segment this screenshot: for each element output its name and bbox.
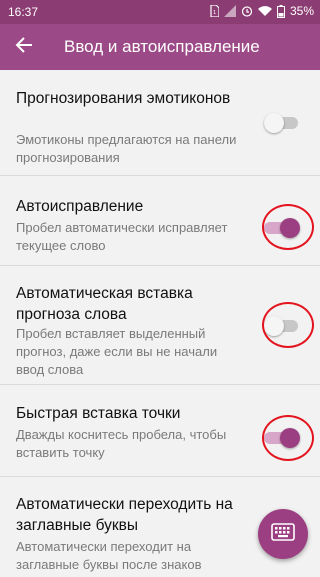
autocorrect-toggle[interactable] (264, 218, 300, 238)
setting-subtitle: Пробел автоматически исправляет текущее … (16, 220, 228, 253)
keyboard-icon (271, 522, 295, 546)
battery-icon (276, 4, 285, 18)
page-title: Ввод и автоисправление (64, 37, 260, 56)
setting-title: Автоисправление (16, 198, 144, 215)
setting-title: Прогнозирования эмотиконов (16, 90, 231, 107)
alarm-icon (241, 5, 253, 17)
status-icons: 1 35% (210, 4, 314, 18)
signal-icon (223, 5, 236, 17)
setting-quick-period[interactable]: Быстрая вставка точки Дважды коснитесь п… (0, 385, 320, 477)
emoji-prediction-toggle[interactable] (264, 113, 298, 133)
status-time: 16:37 (8, 5, 39, 19)
status-bar: 16:37 1 35% (0, 0, 320, 24)
keyboard-button[interactable] (258, 509, 308, 559)
auto-insert-prediction-toggle[interactable] (264, 316, 298, 336)
back-button[interactable] (8, 31, 40, 63)
settings-list: Прогнозирования эмотиконов Эмотиконы пре… (0, 70, 320, 577)
sim-icon: 1 (210, 5, 219, 17)
setting-emoji-prediction[interactable]: Прогнозирования эмотиконов Эмотиконы пре… (0, 70, 320, 176)
setting-auto-insert-prediction[interactable]: Автоматическая вставка прогноза слова Пр… (0, 266, 320, 385)
quick-period-toggle[interactable] (264, 428, 300, 448)
battery-percent: 35% (289, 4, 314, 18)
setting-title: Автоматическая вставка прогноза слова (16, 285, 193, 323)
wifi-icon (257, 5, 272, 17)
svg-text:1: 1 (213, 10, 216, 16)
setting-subtitle: Пробел вставляет выделенный прогноз, даж… (16, 326, 218, 377)
app-bar: Ввод и автоисправление (0, 24, 320, 70)
setting-subtitle: Эмотиконы предлагаются на панели прогноз… (16, 132, 237, 165)
arrow-back-icon (15, 36, 33, 59)
setting-subtitle: Дважды коснитесь пробела, чтобы вставить… (16, 427, 227, 460)
setting-title: Автоматически переходить на заглавные бу… (16, 496, 233, 534)
setting-autocorrect[interactable]: Автоисправление Пробел автоматически исп… (0, 176, 320, 266)
setting-title: Быстрая вставка точки (16, 405, 181, 422)
